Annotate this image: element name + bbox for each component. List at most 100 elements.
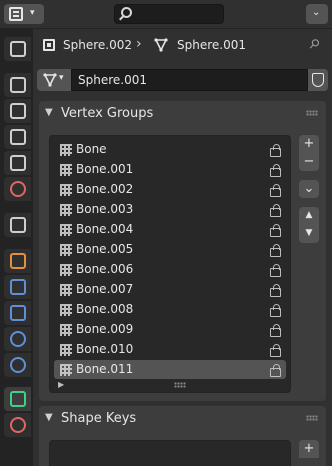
tab-tool[interactable]: [4, 37, 31, 61]
options-dropdown-button[interactable]: ⌄: [306, 4, 328, 24]
chevron-down-icon: ⌄: [312, 7, 321, 18]
vertex-group-label: Bone.001: [76, 162, 134, 176]
add-shape-key-button[interactable]: +: [299, 440, 319, 458]
mesh-name-field[interactable]: Sphere.001: [71, 69, 308, 91]
mesh-datablock-selector: ▾ Sphere.001: [37, 69, 328, 91]
vertex-group-icon: [60, 364, 72, 376]
remove-vertex-group-button[interactable]: −: [299, 153, 319, 171]
search-input[interactable]: [137, 6, 221, 22]
collection-icon: [10, 217, 26, 233]
vertex-group-label: Bone.006: [76, 262, 134, 276]
properties-editor-icon: [9, 7, 23, 21]
vertex-group-icon: [60, 164, 72, 176]
unlock-icon[interactable]: [268, 364, 281, 377]
vertex-group-item[interactable]: Bone.004: [54, 220, 286, 239]
vertex-group-icon: [60, 324, 72, 336]
scene-icon: [10, 155, 26, 171]
vertex-group-item[interactable]: Bone.001: [54, 160, 286, 179]
vertex-group-icon: [60, 284, 72, 296]
breadcrumb: Sphere.002 › Sphere.001 ⚲: [33, 29, 332, 61]
vertex-group-item[interactable]: Bone.010: [54, 340, 286, 359]
fake-user-shield-button[interactable]: [308, 69, 328, 91]
vertex-group-icon: [60, 304, 72, 316]
vertex-groups-panel: ▼ Vertex Groups ▶ Bone Bone.001 Bone.002 Bo…: [39, 101, 326, 401]
wrench-icon: [10, 279, 26, 295]
vertex-group-list[interactable]: ▶ Bone Bone.001 Bone.002 Bone.003 Bone.004 Bo…: [49, 135, 291, 393]
material-icon: [10, 417, 26, 433]
tab-particles[interactable]: [4, 301, 31, 325]
filter-expand-icon[interactable]: ▶: [58, 380, 64, 389]
collapse-arrow-icon: ▼: [45, 107, 53, 118]
mesh-data-icon: [10, 391, 26, 407]
shape-key-list[interactable]: [49, 440, 291, 466]
tab-physics[interactable]: [4, 327, 31, 351]
vertex-group-item[interactable]: Bone.005: [54, 240, 286, 259]
mesh-data-icon: [43, 73, 57, 87]
tab-view-layer[interactable]: [4, 125, 31, 149]
unlock-icon[interactable]: [268, 264, 281, 277]
vertex-group-item[interactable]: Bone.007: [54, 280, 286, 299]
tab-collection[interactable]: [4, 213, 31, 237]
vertex-group-icon: [60, 244, 72, 256]
tab-data[interactable]: [4, 387, 31, 411]
unlock-icon[interactable]: [268, 284, 281, 297]
tab-modifiers[interactable]: [4, 275, 31, 299]
move-up-button[interactable]: ▲: [299, 207, 319, 225]
tab-constraints[interactable]: [4, 353, 31, 377]
pin-icon[interactable]: ⚲: [305, 36, 322, 53]
unlock-icon[interactable]: [268, 304, 281, 317]
unlock-icon[interactable]: [268, 224, 281, 237]
chevron-right-icon: ›: [136, 36, 142, 52]
vertex-group-item[interactable]: Bone: [54, 140, 286, 159]
vertex-group-item[interactable]: Bone.008: [54, 300, 286, 319]
breadcrumb-object: Sphere.002: [63, 38, 132, 52]
move-down-button[interactable]: ▼: [299, 225, 319, 243]
view-layer-icon: [10, 129, 26, 145]
tab-render[interactable]: [4, 73, 31, 97]
vertex-group-icon: [60, 184, 72, 196]
shape-keys-panel: ▼ Shape Keys +: [39, 406, 326, 466]
vertex-group-icon: [60, 344, 72, 356]
vertex-group-icon: [60, 264, 72, 276]
add-vertex-group-button[interactable]: +: [299, 135, 319, 153]
chevron-down-icon: ▾: [59, 73, 64, 83]
vertex-group-item[interactable]: Bone.011: [54, 360, 286, 379]
vertex-group-label: Bone.009: [76, 322, 134, 336]
unlock-icon[interactable]: [268, 344, 281, 357]
vertex-group-icon: [60, 144, 72, 156]
shape-keys-header[interactable]: ▼ Shape Keys: [39, 406, 326, 432]
vertex-group-item[interactable]: Bone.009: [54, 320, 286, 339]
panel-title: Vertex Groups: [61, 106, 154, 121]
search-field[interactable]: [114, 4, 224, 24]
vertex-group-item[interactable]: Bone.002: [54, 180, 286, 199]
vertex-group-label: Bone.002: [76, 182, 134, 196]
vertex-group-item[interactable]: Bone.006: [54, 260, 286, 279]
drag-grip-icon[interactable]: [306, 110, 318, 116]
vertex-group-icon: [60, 224, 72, 236]
tab-material[interactable]: [4, 413, 31, 437]
breadcrumb-mesh: Sphere.001: [177, 38, 246, 52]
panel-title: Shape Keys: [61, 411, 137, 426]
unlock-icon[interactable]: [268, 324, 281, 337]
tab-object[interactable]: [4, 249, 31, 273]
unlock-icon[interactable]: [268, 244, 281, 257]
editor-type-button[interactable]: ▾: [4, 4, 44, 24]
tab-output[interactable]: [4, 99, 31, 123]
constraints-icon: [10, 357, 26, 373]
unlock-icon[interactable]: [268, 144, 281, 157]
browse-mesh-button[interactable]: ▾: [37, 69, 71, 91]
tab-world[interactable]: [4, 177, 31, 201]
unlock-icon[interactable]: [268, 184, 281, 197]
unlock-icon[interactable]: [268, 204, 281, 217]
tab-scene[interactable]: [4, 151, 31, 175]
unlock-icon[interactable]: [268, 164, 281, 177]
vertex-group-item[interactable]: Bone.003: [54, 200, 286, 219]
list-resize-grip-icon[interactable]: [174, 382, 186, 388]
properties-header: ▾ ⌄: [0, 0, 332, 29]
object-icon: [43, 39, 55, 51]
drag-grip-icon[interactable]: [306, 415, 318, 421]
vertex-group-specials-button[interactable]: ⌄: [299, 180, 319, 198]
vertex-group-label: Bone.004: [76, 222, 134, 236]
vertex-groups-header[interactable]: ▼ Vertex Groups: [39, 101, 326, 127]
tool-icon: [10, 41, 26, 57]
